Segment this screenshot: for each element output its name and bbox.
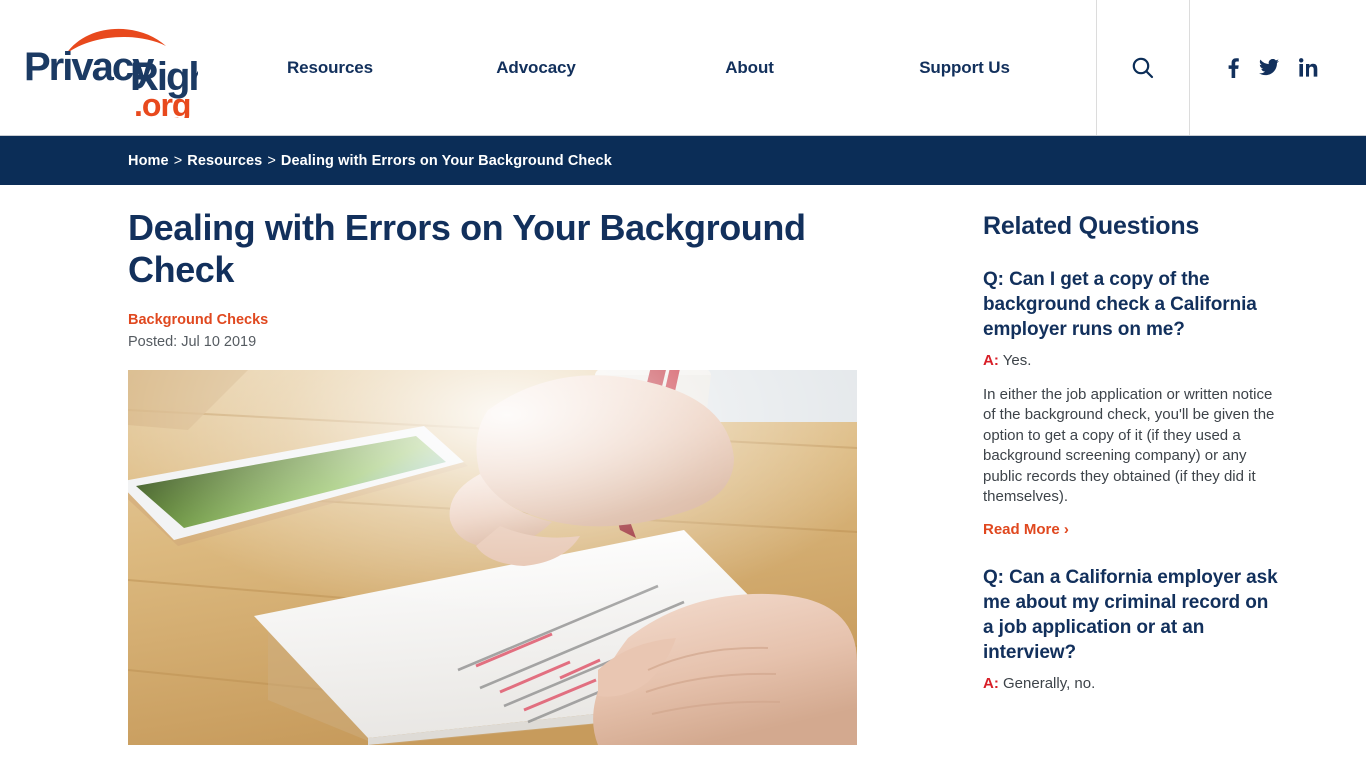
answer-line: A: Generally, no. — [983, 674, 1283, 694]
social-links — [1190, 0, 1366, 135]
twitter-icon[interactable] — [1259, 59, 1279, 76]
read-more-link[interactable]: Read More › — [983, 521, 1069, 538]
site-header: Privacy Rights .org Resources Advocacy A… — [0, 0, 1366, 135]
sidebar-title: Related Questions — [983, 212, 1200, 240]
breadcrumb-separator-2: > — [267, 152, 276, 169]
answer-label: A: — [983, 675, 999, 693]
svg-text:.org: .org — [134, 87, 190, 118]
page-content: Dealing with Errors on Your Background C… — [0, 185, 1366, 745]
nav-item-support-us[interactable]: Support Us — [857, 58, 1072, 78]
breadcrumb-current: Dealing with Errors on Your Background C… — [280, 152, 612, 169]
article-category-link[interactable]: Background Checks — [128, 312, 858, 328]
breadcrumb: Home > Resources > Dealing with Errors on Yo… — [128, 153, 612, 169]
search-button[interactable] — [1096, 0, 1190, 135]
logo-artwork: Privacy Rights .org — [24, 28, 198, 118]
search-icon — [1132, 57, 1154, 78]
question-text[interactable]: Q: Can a California employer ask me abou… — [983, 565, 1283, 665]
facebook-icon[interactable] — [1228, 57, 1239, 78]
breadcrumb-resources[interactable]: Resources — [187, 153, 262, 169]
breadcrumb-bar: Home > Resources > Dealing with Errors on Yo… — [0, 135, 1366, 185]
nav-item-about[interactable]: About — [642, 58, 857, 78]
logo-link[interactable]: Privacy Rights .org — [0, 0, 230, 135]
article-hero-image — [128, 369, 857, 745]
answer-short: Generally, no. — [1003, 675, 1096, 693]
hero-illustration — [128, 369, 857, 745]
facebook-glyph — [1228, 57, 1239, 78]
question-text[interactable]: Q: Can I get a copy of the background ch… — [983, 267, 1283, 342]
breadcrumb-separator-1: > — [173, 152, 183, 169]
main-navigation: Resources Advocacy About Support Us — [230, 0, 1096, 135]
related-questions-sidebar: Related Questions Q: Can I get a copy of… — [983, 207, 1283, 745]
linkedin-icon[interactable] — [1299, 58, 1318, 77]
page-title: Dealing with Errors on Your Background C… — [128, 207, 806, 290]
breadcrumb-home[interactable]: Home — [128, 153, 169, 169]
nav-item-resources[interactable]: Resources — [230, 58, 430, 78]
related-question-1: Q: Can I get a copy of the background ch… — [983, 267, 1283, 539]
related-question-2: Q: Can a California employer ask me abou… — [983, 565, 1283, 695]
answer-short: Yes. — [1002, 352, 1032, 370]
nav-item-advocacy[interactable]: Advocacy — [430, 58, 642, 78]
privacyrights-logo: Privacy Rights .org — [18, 18, 198, 118]
answer-label: A: — [983, 352, 999, 370]
answer-line: A: Yes. — [983, 351, 1283, 371]
linkedin-glyph — [1299, 58, 1318, 77]
answer-body: In either the job application or written… — [983, 385, 1275, 506]
article-posted-date: Posted: Jul 10 2019 — [128, 333, 257, 350]
twitter-glyph — [1259, 59, 1279, 76]
article-column: Dealing with Errors on Your Background C… — [128, 207, 858, 745]
